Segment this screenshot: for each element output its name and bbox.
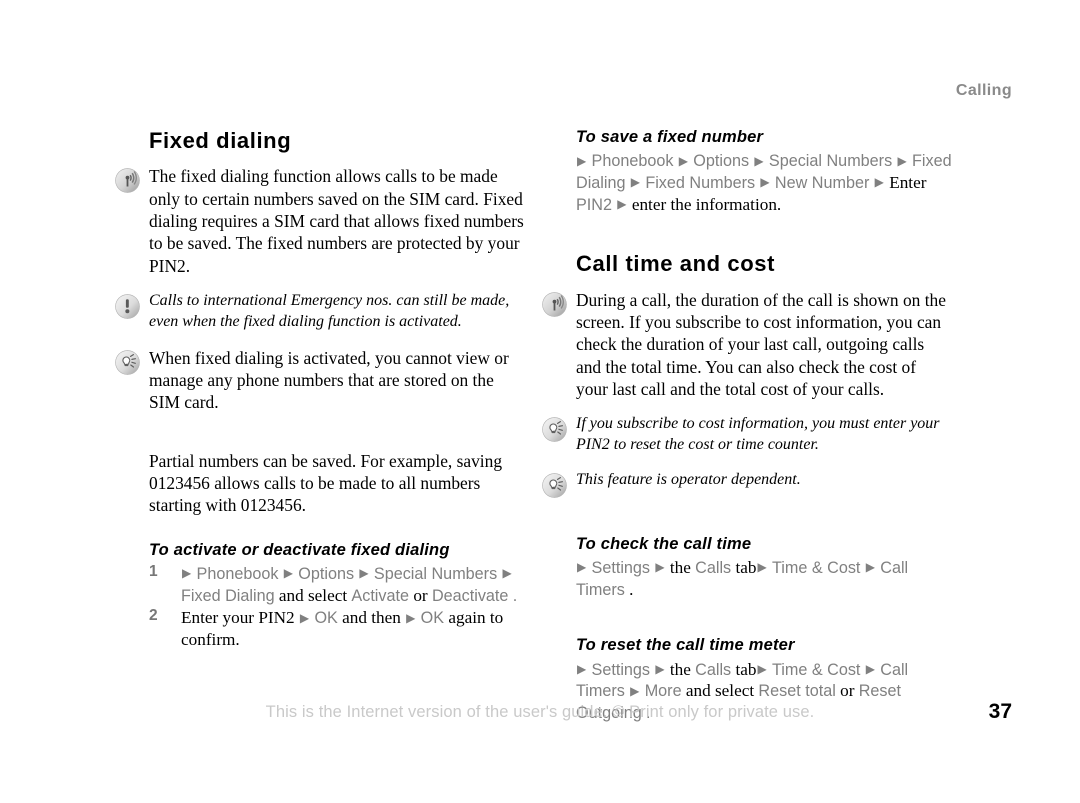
save-fixed-number-path: ▶ Phonebook ▶ Options ▶ Special Numbers … bbox=[576, 152, 952, 214]
path-arrow-icon: ▶ bbox=[359, 566, 369, 581]
running-header-chapter: Calling bbox=[955, 82, 1012, 99]
fixed-dialing-intro-block: The fixed dialing function allows calls … bbox=[113, 165, 525, 277]
step-item: 2 Enter your PIN2 ▶ OK and then ▶ OK aga… bbox=[149, 607, 525, 651]
emergency-warning-text: Calls to international Emergency nos. ca… bbox=[149, 292, 510, 330]
menu-term: Activate bbox=[351, 586, 410, 605]
left-column: Fixed dialing The fixed dialing function… bbox=[113, 128, 525, 652]
lightbulb-icon bbox=[542, 473, 567, 498]
call-time-cost-title: Call time and cost bbox=[576, 251, 776, 277]
menu-term: More bbox=[644, 682, 682, 701]
path-arrow-icon: ▶ bbox=[630, 683, 640, 698]
path-arrow-icon: ▶ bbox=[757, 560, 767, 575]
path-arrow-icon: ▶ bbox=[754, 153, 764, 168]
menu-term: Calls bbox=[695, 558, 732, 577]
emergency-warning-block: Calls to international Emergency nos. ca… bbox=[113, 291, 525, 333]
fixed-dialing-intro-text: The fixed dialing function allows calls … bbox=[149, 166, 524, 276]
menu-term: OK bbox=[314, 609, 338, 628]
fixed-dialing-tip-block: When fixed dialing is activated, you can… bbox=[113, 347, 525, 414]
menu-term: Settings bbox=[591, 558, 651, 577]
path-arrow-icon: ▶ bbox=[577, 153, 587, 168]
path-arrow-icon: ▶ bbox=[406, 610, 416, 625]
path-arrow-icon: ▶ bbox=[865, 662, 875, 677]
cost-info-tip-block: If you subscribe to cost information, yo… bbox=[540, 414, 952, 456]
path-arrow-icon: ▶ bbox=[874, 175, 884, 190]
signal-waves-icon bbox=[115, 168, 140, 194]
menu-term: Fixed Dialing bbox=[181, 586, 275, 605]
path-arrow-icon: ▶ bbox=[577, 560, 587, 575]
partial-numbers-block: Partial numbers can be saved. For exampl… bbox=[113, 450, 525, 517]
path-arrow-icon: ▶ bbox=[760, 175, 770, 190]
footer-notice: This is the Internet version of the user… bbox=[265, 703, 815, 721]
step-text: ▶ Phonebook ▶ Options ▶ Special Numbers … bbox=[181, 564, 518, 605]
path-arrow-icon: ▶ bbox=[897, 153, 907, 168]
menu-term: Special Numbers bbox=[373, 564, 498, 583]
right-column: To save a fixed number ▶ Phonebook ▶ Opt… bbox=[540, 128, 952, 738]
lightbulb-icon bbox=[115, 349, 140, 375]
menu-term: Time & Cost bbox=[771, 660, 861, 679]
path-arrow-icon: ▶ bbox=[283, 566, 293, 581]
step-item: 1 ▶ Phonebook ▶ Options ▶ Special Number… bbox=[149, 563, 525, 607]
lightbulb-icon bbox=[542, 417, 567, 443]
fixed-dialing-tip-text: When fixed dialing is activated, you can… bbox=[149, 347, 509, 413]
menu-term: Reset total bbox=[758, 682, 836, 701]
menu-term: Options bbox=[693, 152, 750, 171]
menu-term: Phonebook bbox=[591, 152, 674, 171]
path-arrow-icon: ▶ bbox=[577, 662, 587, 677]
menu-term: Special Numbers bbox=[768, 152, 893, 171]
exclamation-icon bbox=[115, 294, 140, 319]
menu-term: Options bbox=[298, 564, 355, 583]
path-arrow-icon: ▶ bbox=[655, 560, 665, 575]
step-text: Enter your PIN2 ▶ OK and then ▶ OK again… bbox=[181, 608, 504, 650]
save-fixed-number-block: ▶ Phonebook ▶ Options ▶ Special Numbers … bbox=[540, 150, 952, 215]
activate-deactivate-heading: To activate or deactivate fixed dialing bbox=[149, 540, 450, 559]
page-number: 37 bbox=[988, 700, 1012, 723]
step-number: 1 bbox=[149, 562, 158, 580]
operator-dependent-tip-text: This feature is operator dependent. bbox=[576, 471, 801, 489]
path-arrow-icon: ▶ bbox=[502, 566, 512, 581]
step-number: 2 bbox=[149, 607, 158, 625]
menu-term: Phonebook bbox=[196, 564, 279, 583]
page-title: Fixed dialing bbox=[149, 128, 292, 153]
partial-numbers-text: Partial numbers can be saved. For exampl… bbox=[149, 450, 503, 516]
reset-call-time-meter-heading: To reset the call time meter bbox=[576, 636, 795, 655]
menu-term: Calls bbox=[695, 660, 732, 679]
path-arrow-icon: ▶ bbox=[655, 662, 665, 677]
path-arrow-icon: ▶ bbox=[757, 662, 767, 677]
menu-term: OK bbox=[420, 609, 445, 628]
menu-term: . bbox=[512, 586, 518, 605]
check-call-time-heading: To check the call time bbox=[576, 534, 752, 553]
manual-page: Calling Fixed dialing The fixed dialing … bbox=[0, 0, 1080, 803]
path-arrow-icon: ▶ bbox=[617, 197, 627, 212]
call-time-cost-intro-text: During a call, the duration of the call … bbox=[576, 289, 946, 400]
path-arrow-icon: ▶ bbox=[299, 610, 310, 625]
check-call-time-block: ▶ Settings ▶ the Calls tab▶ Time & Cost … bbox=[540, 557, 952, 601]
menu-term: Fixed Numbers bbox=[645, 173, 756, 192]
save-fixed-number-heading: To save a fixed number bbox=[576, 128, 764, 146]
path-arrow-icon: ▶ bbox=[630, 175, 641, 190]
path-arrow-icon: ▶ bbox=[678, 153, 688, 168]
menu-term: Deactivate bbox=[431, 586, 509, 605]
menu-term: Settings bbox=[591, 660, 651, 679]
operator-dependent-tip-block: This feature is operator dependent. bbox=[540, 470, 952, 498]
signal-waves-icon bbox=[542, 291, 567, 317]
menu-term: New Number bbox=[774, 173, 870, 192]
cost-info-tip-text: If you subscribe to cost information, yo… bbox=[576, 415, 940, 454]
activate-deactivate-steps: 1 ▶ Phonebook ▶ Options ▶ Special Number… bbox=[113, 563, 525, 651]
call-time-cost-intro-block: During a call, the duration of the call … bbox=[540, 289, 952, 401]
menu-term: Time & Cost bbox=[771, 558, 861, 577]
path-arrow-icon: ▶ bbox=[865, 560, 875, 575]
check-call-time-path: ▶ Settings ▶ the Calls tab▶ Time & Cost … bbox=[576, 557, 909, 599]
menu-term: PIN2 bbox=[576, 195, 612, 214]
path-arrow-icon: ▶ bbox=[182, 566, 192, 581]
